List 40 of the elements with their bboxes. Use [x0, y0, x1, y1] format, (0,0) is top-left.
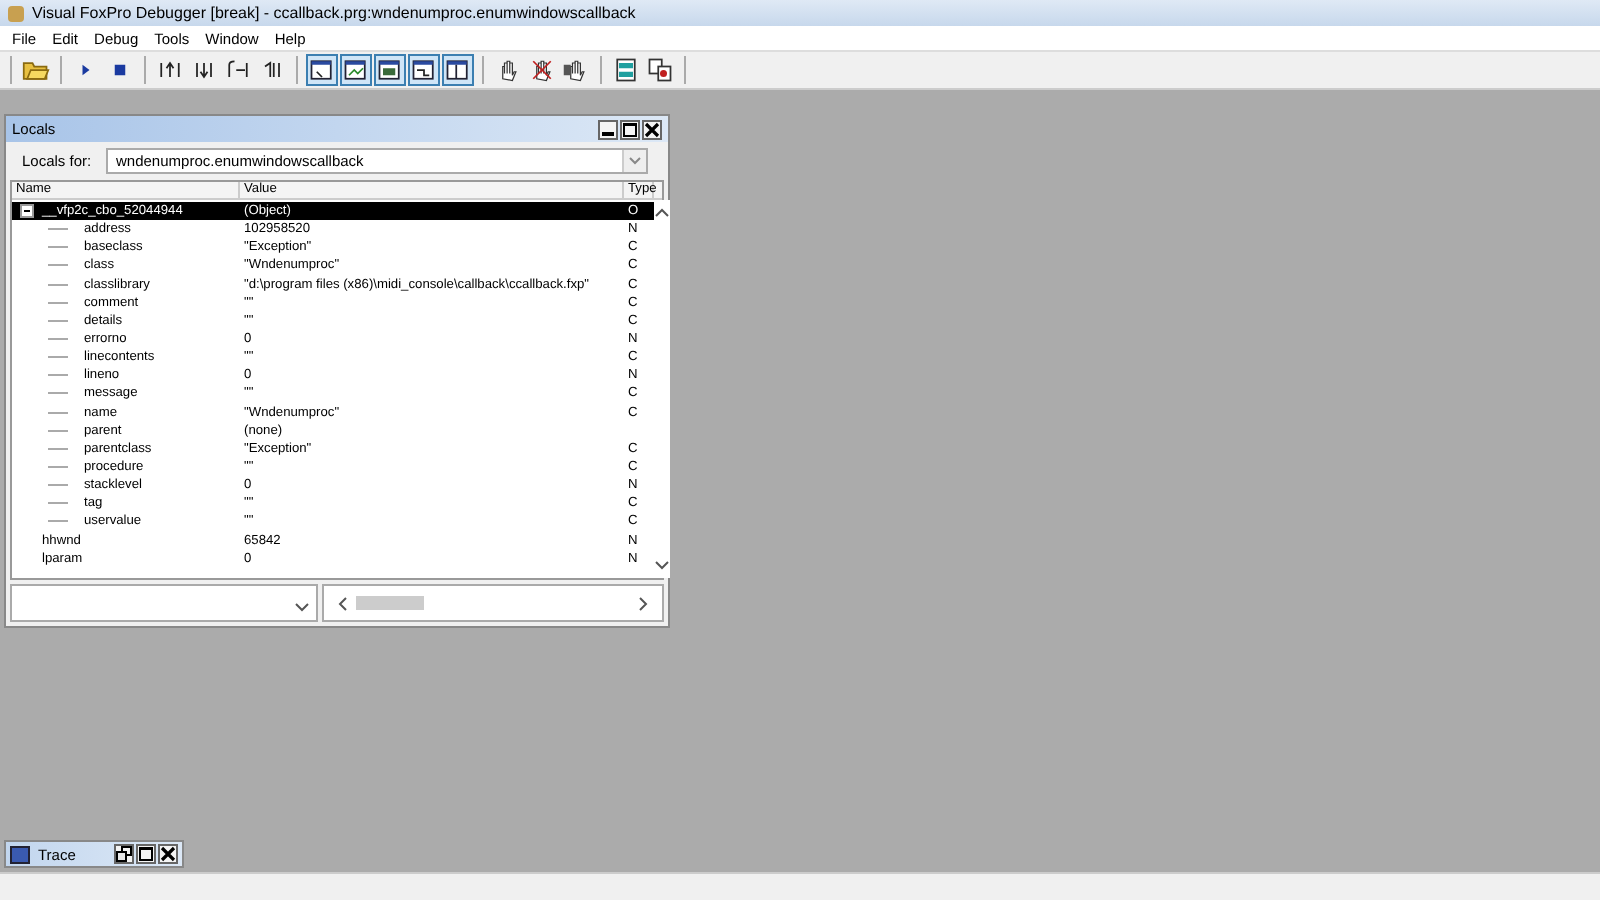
maximize-button[interactable] — [620, 119, 640, 139]
window-icon — [444, 54, 472, 86]
chevron-down-icon — [294, 602, 310, 614]
toolbar-button[interactable] — [408, 54, 440, 86]
document-icon — [612, 54, 640, 86]
restore-button[interactable] — [114, 844, 134, 864]
toolbar-button[interactable] — [374, 54, 406, 86]
window-icon — [376, 54, 404, 86]
window-icon — [308, 54, 336, 86]
chevron-left-icon[interactable] — [336, 595, 348, 611]
maximize-icon — [138, 846, 154, 862]
minus-icon — [20, 204, 34, 219]
chevron-up-icon[interactable] — [654, 206, 670, 218]
chevron-down-icon[interactable] — [654, 560, 670, 572]
app-icon — [8, 5, 24, 21]
toolbar-button[interactable] — [340, 54, 372, 86]
maximize-button[interactable] — [136, 844, 156, 864]
close-icon — [644, 121, 660, 137]
toolbar-button[interactable] — [306, 54, 338, 86]
minimize-icon — [602, 132, 614, 136]
vertical-scrollbar[interactable] — [654, 200, 670, 578]
close-button[interactable] — [158, 844, 178, 864]
toolbar-button[interactable] — [442, 54, 474, 86]
window-icon — [342, 54, 370, 86]
close-button[interactable] — [642, 119, 662, 139]
chevron-right-icon[interactable] — [638, 595, 650, 611]
chevron-down-icon — [628, 156, 642, 166]
toolbar-button[interactable] — [644, 54, 676, 86]
pages-icon — [646, 54, 674, 86]
window-icon — [410, 54, 438, 86]
minimize-button[interactable] — [598, 119, 618, 139]
close-icon — [160, 846, 176, 862]
scrollbar-thumb[interactable] — [356, 596, 424, 610]
horizontal-scrollbar[interactable] — [322, 584, 664, 622]
window-title: Visual FoxPro Debugger [break] - ccallback.prg:wndenumproc.enumwindowscallback — [32, 4, 636, 22]
restore-icon — [116, 846, 132, 862]
trace-icon — [10, 845, 30, 863]
toolbar-button[interactable] — [610, 54, 642, 86]
collapse-icon[interactable] — [20, 204, 34, 219]
maximize-icon — [622, 121, 638, 137]
